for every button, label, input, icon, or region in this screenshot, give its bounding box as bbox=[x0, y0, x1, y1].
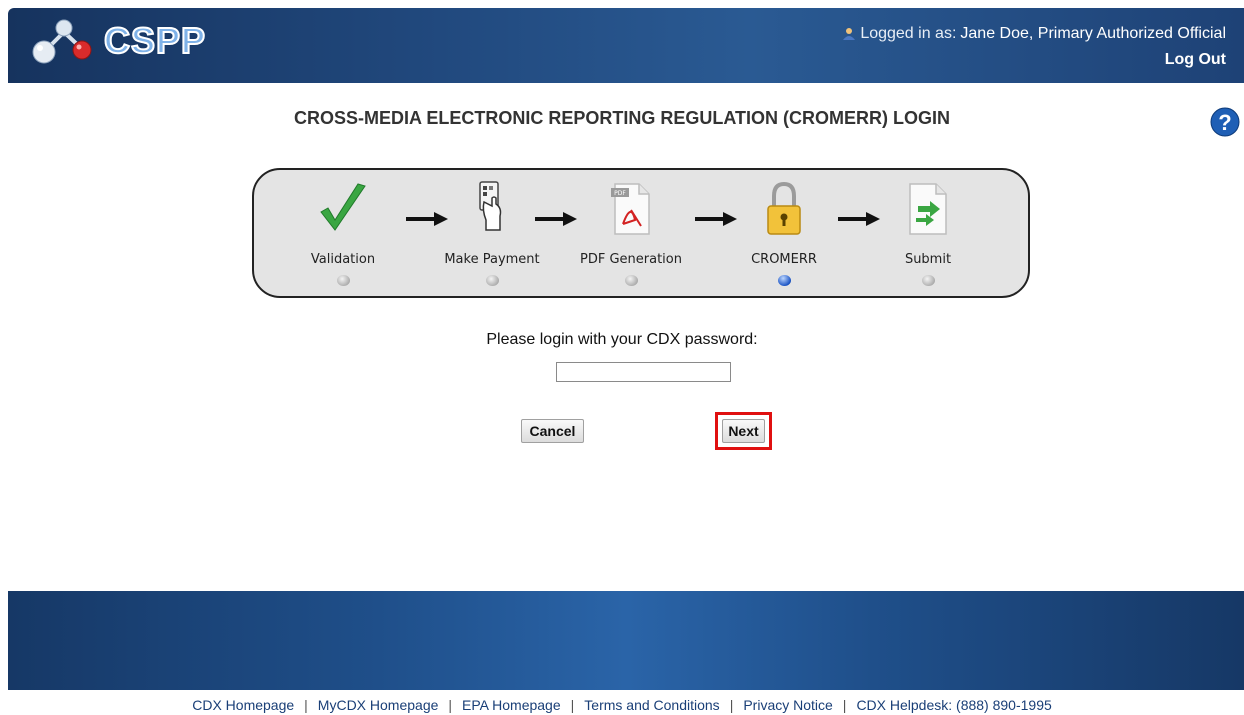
footer-link-cdx-homepage[interactable]: CDX Homepage bbox=[192, 697, 294, 713]
step-label: Make Payment bbox=[444, 252, 540, 267]
progress-tracker: Validation Make Payment PDF PDF Generati… bbox=[252, 168, 1030, 298]
step-status-dot bbox=[336, 275, 350, 286]
logout-link[interactable]: Log Out bbox=[1165, 51, 1226, 69]
step-make-payment: Make Payment bbox=[427, 180, 557, 286]
step-label: CROMERR bbox=[751, 252, 817, 267]
header-bar: CSPP Logged in as: Jane Doe, Primary Aut… bbox=[8, 8, 1244, 83]
logo-text: CSPP bbox=[103, 19, 207, 62]
pdf-icon: PDF bbox=[611, 183, 650, 235]
footer-separator: | bbox=[729, 697, 734, 713]
step-validation: Validation bbox=[278, 180, 408, 286]
step-cromerr: CROMERR bbox=[719, 180, 849, 286]
cdx-password-input[interactable] bbox=[556, 362, 731, 382]
next-button-highlight: Next bbox=[715, 412, 772, 450]
molecule-logo-icon bbox=[32, 19, 92, 64]
next-button[interactable]: Next bbox=[722, 419, 765, 443]
cspp-logo[interactable]: CSPP bbox=[26, 10, 226, 66]
svg-text:PDF: PDF bbox=[614, 190, 626, 197]
step-status-dot-active bbox=[777, 275, 791, 286]
submit-document-icon bbox=[909, 183, 947, 235]
logged-in-label: Logged in as: bbox=[860, 25, 957, 42]
page-title: CROSS-MEDIA ELECTRONIC REPORTING REGULAT… bbox=[294, 108, 950, 128]
footer-link-mycdx-homepage[interactable]: MyCDX Homepage bbox=[318, 697, 439, 713]
step-status-dot bbox=[624, 275, 638, 286]
footer-link-terms[interactable]: Terms and Conditions bbox=[584, 697, 719, 713]
footer-link-epa-homepage[interactable]: EPA Homepage bbox=[462, 697, 561, 713]
payment-card-icon bbox=[479, 181, 502, 231]
checkmark-icon bbox=[320, 183, 366, 231]
footer-separator: | bbox=[570, 697, 575, 713]
step-submit: Submit bbox=[863, 180, 993, 286]
footer-link-privacy[interactable]: Privacy Notice bbox=[743, 697, 832, 713]
login-prompt: Please login with your CDX password: bbox=[486, 331, 758, 348]
lock-icon bbox=[767, 181, 801, 235]
step-status-dot bbox=[485, 275, 499, 286]
footer-separator: | bbox=[304, 697, 308, 713]
footer-separator: | bbox=[842, 697, 847, 713]
user-icon bbox=[843, 28, 856, 40]
logged-in-status: Logged in as: Jane Doe, Primary Authoriz… bbox=[842, 25, 1226, 43]
footer-links: CDX Homepage | MyCDX Homepage | EPA Homepage… bbox=[0, 697, 1244, 713]
footer-band bbox=[8, 591, 1244, 690]
step-status-dot bbox=[921, 275, 935, 286]
cancel-button[interactable]: Cancel bbox=[521, 419, 584, 443]
footer-separator: | bbox=[448, 697, 453, 713]
user-name: Jane Doe, Primary Authorized Official bbox=[960, 25, 1226, 42]
footer-link-helpdesk[interactable]: CDX Helpdesk: (888) 890-1995 bbox=[856, 697, 1051, 713]
step-label: Submit bbox=[904, 252, 952, 267]
step-label: PDF Generation bbox=[580, 252, 682, 267]
step-pdf-generation: PDF PDF Generation bbox=[566, 180, 696, 286]
step-label: Validation bbox=[310, 252, 376, 267]
